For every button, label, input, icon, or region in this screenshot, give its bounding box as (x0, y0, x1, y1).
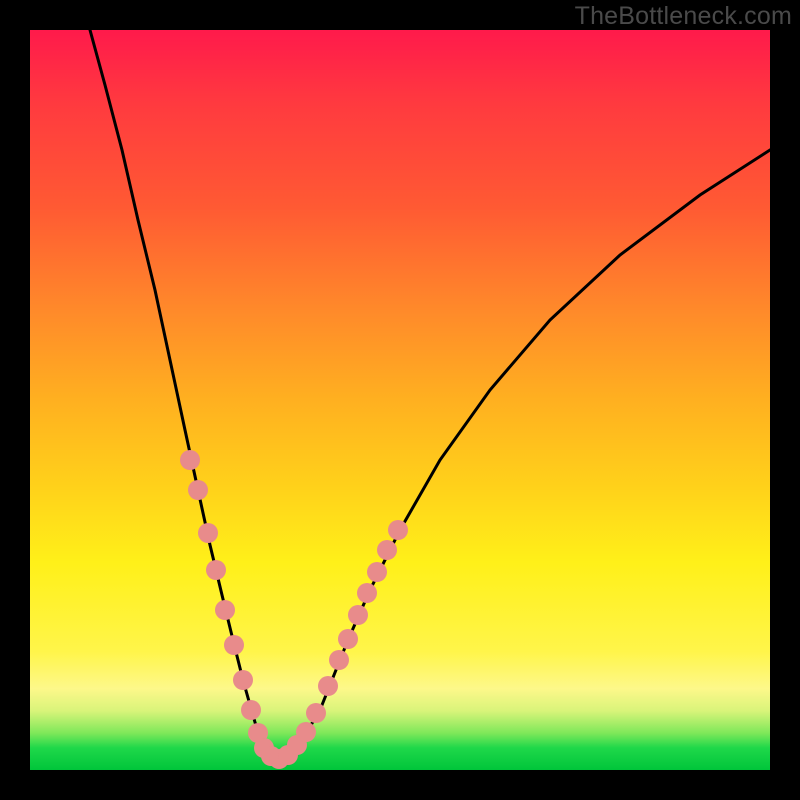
marker-point (296, 722, 316, 742)
marker-point (233, 670, 253, 690)
marker-point (188, 480, 208, 500)
marker-point (377, 540, 397, 560)
marker-point (241, 700, 261, 720)
marker-point (329, 650, 349, 670)
markers-group (180, 450, 408, 769)
marker-point (348, 605, 368, 625)
bottleneck-curve (90, 30, 770, 760)
marker-point (338, 629, 358, 649)
chart-svg (30, 30, 770, 770)
marker-point (357, 583, 377, 603)
plot-area (30, 30, 770, 770)
chart-frame: TheBottleneck.com (0, 0, 800, 800)
marker-point (206, 560, 226, 580)
marker-point (306, 703, 326, 723)
marker-point (388, 520, 408, 540)
watermark-text: TheBottleneck.com (575, 2, 792, 31)
marker-point (215, 600, 235, 620)
marker-point (198, 523, 218, 543)
marker-point (367, 562, 387, 582)
marker-point (318, 676, 338, 696)
marker-point (180, 450, 200, 470)
curve-path (90, 30, 770, 760)
marker-point (224, 635, 244, 655)
